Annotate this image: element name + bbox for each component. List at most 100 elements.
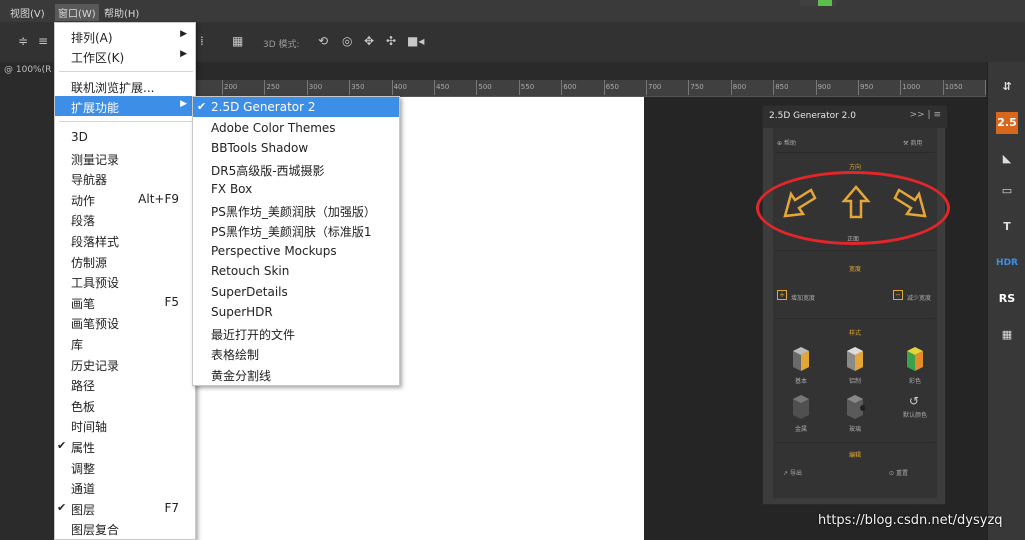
menu-item-label: 路径 [71, 379, 96, 394]
grid-icon[interactable]: ▦ [232, 34, 243, 48]
reduce-width-button[interactable]: − [893, 290, 903, 300]
submenu-item-label: SuperHDR [211, 305, 273, 319]
align-icon[interactable]: ≑ [18, 34, 28, 48]
document-tab[interactable]: @ 100%(R [4, 65, 51, 75]
ruler-tick-label: 1050 [942, 80, 963, 95]
ruler-tick-label: 300 [306, 80, 323, 95]
export-button[interactable]: ↗ 导出 [783, 468, 802, 477]
divider [775, 318, 935, 319]
submenu-item-extension[interactable]: 黄金分割线 [193, 364, 399, 384]
panel-menu-icon[interactable]: >> | ≡ [910, 110, 941, 120]
submenu-item-label: PS黑作坊_美颜润肤（加强版） [211, 204, 376, 219]
basic-cube-icon[interactable] [791, 346, 811, 372]
roll-icon[interactable]: ◎ [342, 34, 352, 48]
submenu-item-extension[interactable]: Retouch Skin [193, 261, 399, 281]
colorful-cube-icon[interactable] [905, 346, 925, 372]
submenu-item-label: 最近打开的文件 [211, 327, 296, 342]
submenu-item-extension[interactable]: ✔ 2.5D Generator 2 [193, 97, 399, 117]
generator-panel: 2.5D Generator 2.0 >> | ≡ ⊕ 帮助 ⚒ 商用 方向 正… [762, 105, 947, 505]
menu-help[interactable]: 帮助(H) [104, 5, 139, 20]
menu-item-panel[interactable]: 段落 [55, 209, 195, 229]
menu-item-panel[interactable]: 历史记录 [55, 354, 195, 374]
ruler-tick-label: 850 [773, 80, 789, 95]
distribute-icon[interactable]: ≡ [38, 34, 48, 48]
table-icon[interactable]: ▦ [996, 324, 1018, 346]
menu-item-panel[interactable]: 画笔预设 [55, 312, 195, 332]
menu-item-panel[interactable]: ✔ 图层 F7 [55, 498, 195, 518]
menu-item-browse-extensions[interactable]: 联机浏览扩展... [55, 76, 195, 96]
aluminum-cube-label: 铝制 [849, 378, 862, 385]
ruler-tick-label: 400 [391, 80, 407, 95]
menu-item-panel[interactable]: 时间轴 [55, 415, 195, 435]
submenu-item-extension[interactable]: BBTools Shadow [193, 138, 399, 158]
menu-item-panel[interactable]: 通道 [55, 477, 195, 497]
menu-item-panel[interactable]: 测量记录 [55, 148, 195, 168]
shadow-icon[interactable]: ◣ [996, 148, 1018, 170]
metal-cube-icon[interactable] [791, 394, 811, 420]
commercial-link[interactable]: ⚒ 商用 [903, 138, 922, 147]
menu-item-panel[interactable]: 色板 [55, 395, 195, 415]
window-controls [800, 0, 836, 6]
menu-item-panel[interactable]: 画笔 F5 [55, 292, 195, 312]
menu-item-panel[interactable]: 工具预设 [55, 271, 195, 291]
retouch-skin-icon[interactable]: RS [996, 288, 1018, 310]
submenu-item-extension[interactable]: DR5高级版-西城摄影 [193, 159, 399, 179]
submenu-item-label: Perspective Mockups [211, 243, 337, 258]
menu-item-panel[interactable]: 图层复合 [55, 518, 195, 538]
menu-item-label: 联机浏览扩展... [71, 81, 155, 95]
menu-item-panel[interactable]: 库 [55, 333, 195, 353]
menu-item-panel[interactable]: ✔ 属性 [55, 436, 195, 456]
edit-heading: 编辑 [848, 452, 861, 459]
menu-item-label: 动作 [71, 193, 96, 208]
reset-button[interactable]: ⊙ 重置 [889, 468, 908, 477]
submenu-item-extension[interactable]: SuperDetails [193, 282, 399, 302]
menu-bar: 视图(V) 窗口(W) 帮助(H) [0, 0, 1025, 22]
aluminum-cube-icon[interactable] [845, 346, 865, 372]
mockup-icon[interactable]: ▭ [996, 180, 1018, 202]
submenu-item-extension[interactable]: PS黑作坊_美颜润肤（加强版） [193, 200, 399, 220]
brush-tool-icon[interactable]: T [996, 216, 1018, 238]
menu-item-label: 图层 [71, 502, 96, 517]
menu-item-shortcut: F7 [164, 500, 179, 515]
slide-icon[interactable]: ✣ [386, 34, 396, 48]
menu-item-label: 图层复合 [71, 523, 120, 538]
pan-icon[interactable]: ✥ [364, 34, 374, 48]
menu-item-panel[interactable]: 调整 [55, 457, 195, 477]
hdr-icon[interactable]: HDR [996, 252, 1018, 274]
submenu-item-extension[interactable]: 最近打开的文件 [193, 323, 399, 343]
add-width-button[interactable]: + [777, 290, 787, 300]
menu-item-workspace[interactable]: 工作区(K) ▶ [55, 46, 195, 66]
submenu-item-label: 表格绘制 [211, 348, 260, 362]
colorful-cube-label: 彩色 [909, 378, 922, 385]
panel-icon-strip: ⇵ 2.5 ◣ ▭ T HDR RS ▦ [987, 62, 1025, 540]
submenu-item-extension[interactable]: 表格绘制 [193, 343, 399, 363]
menu-window[interactable]: 窗口(W) [55, 4, 99, 21]
menu-view[interactable]: 视图(V) [10, 5, 45, 20]
submenu-item-extension[interactable]: Perspective Mockups [193, 241, 399, 261]
menu-item-panel[interactable]: 段落样式 [55, 230, 195, 250]
orbit-icon[interactable]: ⟲ [318, 34, 328, 48]
menu-item-panel[interactable]: 路径 [55, 374, 195, 394]
menu-item-arrange[interactable]: 排列(A) ▶ [55, 26, 195, 46]
submenu-item-extension[interactable]: Adobe Color Themes [193, 118, 399, 138]
properties-icon[interactable]: ⇵ [996, 76, 1018, 98]
menu-item-panel[interactable]: 导航器 [55, 168, 195, 188]
menu-item-panel[interactable]: 3D [55, 127, 195, 147]
submenu-item-label: SuperDetails [211, 284, 288, 299]
menu-item-extensions[interactable]: 扩展功能 ▶ [55, 96, 195, 116]
ruler-tick-label: 750 [688, 80, 704, 95]
glass-cube-icon[interactable] [845, 394, 865, 420]
basic-cube-label: 基本 [795, 378, 808, 385]
checkmark-icon: ✔ [197, 100, 207, 113]
submenu-item-label: FX Box [211, 182, 253, 196]
generator-25-icon[interactable]: 2.5 [996, 112, 1018, 134]
submenu-item-extension[interactable]: FX Box [193, 179, 399, 199]
help-link[interactable]: ⊕ 帮助 [777, 138, 796, 147]
menu-item-label: 测量记录 [71, 152, 120, 167]
submenu-item-extension[interactable]: SuperHDR [193, 302, 399, 322]
submenu-item-extension[interactable]: PS黑作坊_美颜润肤（标准版1 [193, 220, 399, 240]
menu-item-panel[interactable]: 仿制源 [55, 251, 195, 271]
menu-item-panel[interactable]: 动作 Alt+F9 [55, 189, 195, 209]
video-icon[interactable]: ■◂ [407, 34, 424, 48]
reset-label: 重置 [895, 470, 908, 477]
